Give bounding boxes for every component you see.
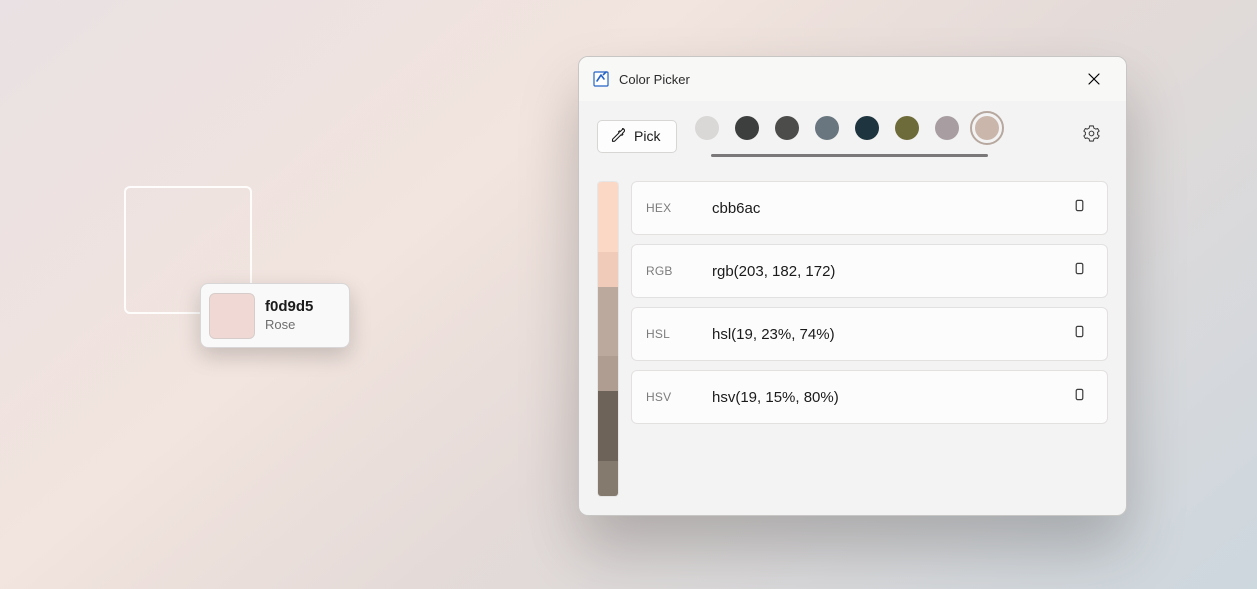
format-label: HSV: [646, 390, 702, 404]
pick-button[interactable]: Pick: [597, 120, 677, 153]
format-row: HEX cbb6ac: [631, 181, 1108, 235]
copy-icon: [1072, 198, 1087, 218]
body-area: HEX cbb6ac RGB rgb(203, 182, 172) HSL hsl(19,…: [579, 171, 1126, 515]
history-scrollbar[interactable]: [711, 154, 988, 157]
format-label: RGB: [646, 264, 702, 278]
copy-button[interactable]: [1063, 318, 1095, 350]
color-picker-window: Color Picker Pick: [578, 56, 1127, 516]
format-value[interactable]: cbb6ac: [712, 200, 1053, 217]
history-swatch[interactable]: [735, 116, 759, 140]
history-swatch[interactable]: [935, 116, 959, 140]
color-history: [695, 116, 999, 157]
format-label: HSL: [646, 327, 702, 341]
format-value[interactable]: hsv(19, 15%, 80%): [712, 389, 1053, 406]
pick-button-label: Pick: [634, 128, 660, 144]
window-title: Color Picker: [619, 72, 690, 87]
format-label: HEX: [646, 201, 702, 215]
shade-swatch[interactable]: [598, 426, 618, 461]
copy-button[interactable]: [1063, 192, 1095, 224]
copy-button[interactable]: [1063, 255, 1095, 287]
format-row: HSV hsv(19, 15%, 80%): [631, 370, 1108, 424]
toolbar: Pick: [579, 101, 1126, 171]
history-swatch[interactable]: [975, 116, 999, 140]
history-swatch[interactable]: [775, 116, 799, 140]
shade-swatch[interactable]: [598, 287, 618, 322]
shade-swatch[interactable]: [598, 322, 618, 357]
shade-swatch[interactable]: [598, 391, 618, 426]
shade-swatch[interactable]: [598, 461, 618, 496]
gear-icon: [1083, 125, 1100, 147]
close-button[interactable]: [1072, 64, 1116, 94]
tooltip-hex-value: f0d9d5: [265, 298, 313, 317]
tooltip-swatch: [209, 293, 255, 339]
formats-list: HEX cbb6ac RGB rgb(203, 182, 172) HSL hsl(19,…: [631, 181, 1108, 497]
history-swatch[interactable]: [855, 116, 879, 140]
color-tooltip: f0d9d5 Rose: [200, 283, 350, 348]
format-value[interactable]: hsl(19, 23%, 74%): [712, 326, 1053, 343]
format-row: HSL hsl(19, 23%, 74%): [631, 307, 1108, 361]
copy-icon: [1072, 324, 1087, 344]
titlebar: Color Picker: [579, 57, 1126, 101]
format-row: RGB rgb(203, 182, 172): [631, 244, 1108, 298]
shade-swatch[interactable]: [598, 182, 618, 217]
format-value[interactable]: rgb(203, 182, 172): [712, 263, 1053, 280]
eyedropper-icon: [610, 127, 626, 146]
history-swatch[interactable]: [815, 116, 839, 140]
shade-swatch[interactable]: [598, 217, 618, 252]
copy-button[interactable]: [1063, 381, 1095, 413]
copy-icon: [1072, 387, 1087, 407]
settings-button[interactable]: [1074, 119, 1108, 153]
app-icon: [593, 71, 609, 87]
shades-column[interactable]: [597, 181, 619, 497]
history-swatch[interactable]: [895, 116, 919, 140]
shade-swatch[interactable]: [598, 356, 618, 391]
history-swatch[interactable]: [695, 116, 719, 140]
copy-icon: [1072, 261, 1087, 281]
shade-swatch[interactable]: [598, 252, 618, 287]
tooltip-color-name: Rose: [265, 317, 313, 333]
